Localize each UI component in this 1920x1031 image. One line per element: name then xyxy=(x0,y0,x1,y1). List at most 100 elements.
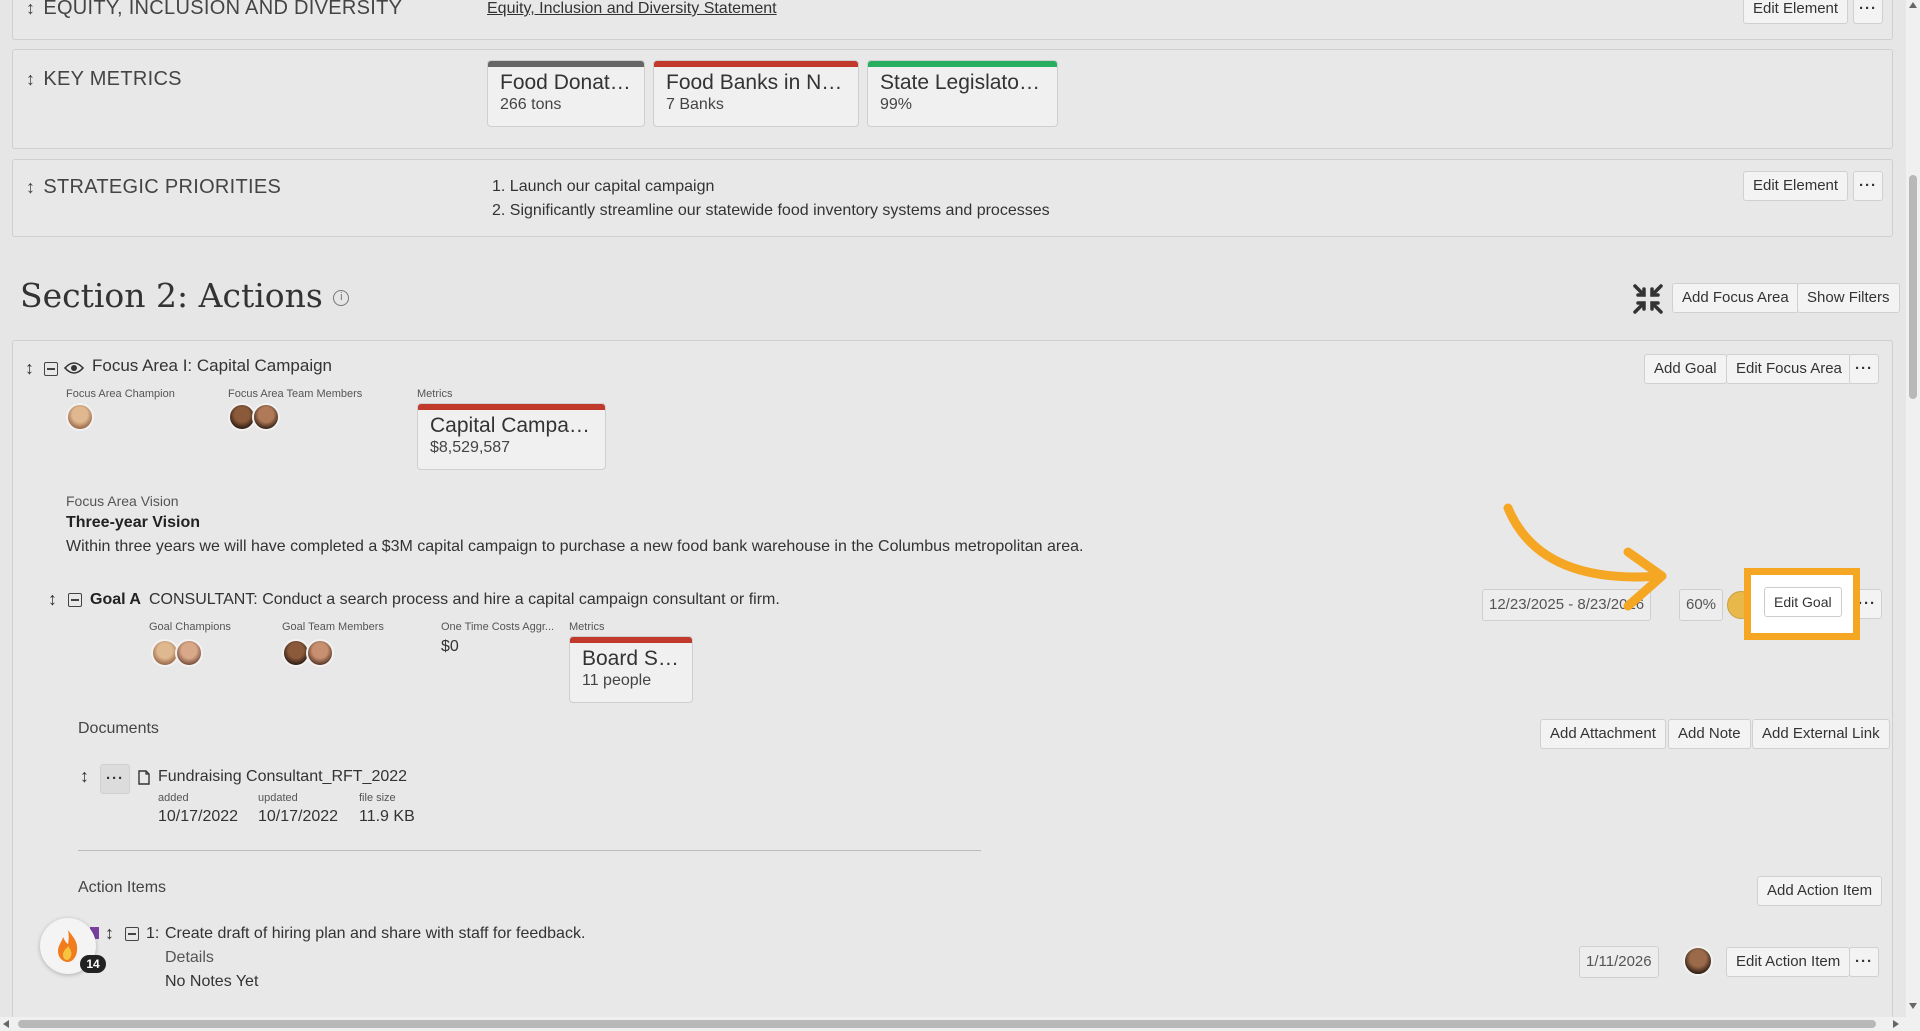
drag-handle-icon[interactable]: ↕ xyxy=(26,69,35,89)
equity-more-button[interactable]: ··· xyxy=(1853,0,1883,24)
collapse-all-icon[interactable] xyxy=(1632,283,1664,315)
goal-text: CONSULTANT: Conduct a search process and… xyxy=(149,591,780,608)
vertical-scrollbar[interactable] xyxy=(1906,0,1920,1031)
document-name[interactable]: Fundraising Consultant_RFT_2022 xyxy=(158,768,407,786)
action-items-label: Action Items xyxy=(78,879,167,896)
equity-statement-link[interactable]: Equity, Inclusion and Diversity Statemen… xyxy=(487,0,777,18)
add-action-item-button[interactable]: Add Action Item xyxy=(1757,876,1883,906)
goal-team-label: Goal Team Members xyxy=(282,621,384,633)
document-drag-handle-icon[interactable]: ↕ xyxy=(80,766,89,787)
scroll-right-arrow-icon[interactable] xyxy=(1893,1020,1899,1028)
add-focus-area-button[interactable]: Add Focus Area xyxy=(1672,283,1799,313)
focus-area-team-label: Focus Area Team Members xyxy=(228,388,363,400)
goal-champions-label: Goal Champions xyxy=(149,621,231,633)
goal-costs-value: $0 xyxy=(441,638,459,655)
action-item-notes: No Notes Yet xyxy=(165,973,259,990)
key-metrics-label: ↕ KEY METRICS xyxy=(26,68,182,90)
drag-handle-icon[interactable]: ↕ xyxy=(26,0,35,18)
add-attachment-button[interactable]: Add Attachment xyxy=(1540,719,1666,749)
add-note-button[interactable]: Add Note xyxy=(1668,719,1751,749)
strategic-priorities-label: ↕ STRATEGIC PRIORITIES xyxy=(26,176,282,198)
avatar[interactable] xyxy=(252,403,280,431)
horizontal-scrollbar[interactable] xyxy=(0,1017,1906,1031)
strategic-priorities-panel xyxy=(12,159,1893,237)
focus-area-more-button[interactable]: ··· xyxy=(1849,354,1879,384)
scroll-left-arrow-icon[interactable] xyxy=(3,1020,9,1028)
focus-area-drag-handle-icon[interactable]: ↕ xyxy=(25,358,34,379)
action-item-text: Create draft of hiring plan and share wi… xyxy=(165,925,586,942)
edit-action-item-button[interactable]: Edit Action Item xyxy=(1726,947,1851,977)
horizontal-scroll-thumb[interactable] xyxy=(18,1020,1876,1028)
document-updated-label: updated xyxy=(258,792,298,804)
metric-value: 7 Banks xyxy=(666,96,724,113)
metric-title: Food Banks in Net... xyxy=(666,71,846,94)
focus-area-title: Focus Area I: Capital Campaign xyxy=(92,356,333,375)
drag-handle-icon[interactable]: ↕ xyxy=(26,177,35,197)
document-added-date: 10/17/2022 xyxy=(158,808,239,825)
avatar[interactable] xyxy=(175,639,203,667)
metric-color-bar xyxy=(654,61,858,67)
avatar[interactable] xyxy=(1683,946,1713,976)
eye-icon[interactable] xyxy=(63,361,85,380)
collapse-icon[interactable] xyxy=(68,593,82,607)
metric-card-board-size[interactable]: Board Size 11 people xyxy=(569,636,693,703)
file-icon xyxy=(138,770,150,790)
goal-drag-handle-icon[interactable]: ↕ xyxy=(48,589,57,610)
metric-title: Capital Campaign xyxy=(430,414,593,437)
avatar[interactable] xyxy=(66,403,94,431)
badge-count: 14 xyxy=(80,955,106,973)
collapse-icon[interactable] xyxy=(44,362,58,376)
action-item-date[interactable]: 1/11/2026 xyxy=(1579,946,1659,978)
document-size-label: file size xyxy=(359,792,396,804)
action-item-number: 1: xyxy=(146,925,160,942)
metric-card-food-banks[interactable]: Food Banks in Net... 7 Banks xyxy=(653,60,859,127)
metric-card-state-legislators[interactable]: State Legislators... 99% xyxy=(867,60,1058,127)
info-icon[interactable]: i xyxy=(333,290,350,306)
goal-progress-percent[interactable]: 60% xyxy=(1679,589,1724,621)
metric-title: State Legislators... xyxy=(880,71,1045,94)
metric-color-bar xyxy=(868,61,1057,67)
strategic-more-button[interactable]: ··· xyxy=(1853,171,1883,201)
goal-metrics-label: Metrics xyxy=(569,621,605,633)
metric-card-capital-campaign[interactable]: Capital Campaign $8,529,587 xyxy=(417,403,606,470)
avatar[interactable] xyxy=(306,639,334,667)
strategic-edit-element-button[interactable]: Edit Element xyxy=(1743,171,1849,201)
document-added-label: added xyxy=(158,792,189,804)
document-size: 11.9 KB xyxy=(359,808,415,825)
documents-label: Documents xyxy=(78,720,159,737)
edit-focus-area-button[interactable]: Edit Focus Area xyxy=(1726,354,1852,384)
metric-card-food-donated[interactable]: Food Donated 266 tons xyxy=(487,60,645,127)
priority-item-2: 2. Significantly streamline our statewid… xyxy=(492,202,1050,219)
collapse-icon[interactable] xyxy=(125,927,139,941)
edit-goal-button[interactable]: Edit Goal xyxy=(1764,587,1842,617)
vertical-scroll-thumb[interactable] xyxy=(1909,175,1917,399)
metric-value: $8,529,587 xyxy=(430,439,511,456)
add-goal-button[interactable]: Add Goal xyxy=(1644,354,1727,384)
scroll-down-arrow-icon[interactable] xyxy=(1909,1003,1917,1009)
metric-title: Food Donated xyxy=(500,71,632,94)
action-drag-handle-icon[interactable]: ↕ xyxy=(105,923,114,944)
equity-edit-element-button[interactable]: Edit Element xyxy=(1743,0,1849,24)
document-more-button[interactable]: ··· xyxy=(100,764,130,794)
scroll-up-arrow-icon[interactable] xyxy=(1909,2,1917,8)
metric-color-bar xyxy=(418,404,605,410)
metric-color-bar xyxy=(488,61,644,67)
add-external-link-button[interactable]: Add External Link xyxy=(1752,719,1890,749)
goal-costs-label: One Time Costs Aggr... xyxy=(441,621,555,633)
metric-value: 266 tons xyxy=(500,96,562,113)
vision-text: Within three years we will have complete… xyxy=(66,538,1084,555)
arrow-annotation-icon xyxy=(1500,500,1670,620)
action-item-details[interactable]: Details xyxy=(165,949,214,967)
action-item-more-button[interactable]: ··· xyxy=(1849,947,1879,977)
focus-area-metrics-label: Metrics xyxy=(417,388,453,400)
metric-color-bar xyxy=(570,637,692,643)
focus-area-champion-label: Focus Area Champion xyxy=(66,388,175,400)
metric-value: 99% xyxy=(880,96,913,113)
document-updated-date: 10/17/2022 xyxy=(258,808,339,825)
section-title: Section 2: Actions i xyxy=(20,276,350,315)
show-filters-button[interactable]: Show Filters xyxy=(1797,283,1900,313)
equity-label: ↕ EQUITY, INCLUSION AND DIVERSITY xyxy=(26,0,403,19)
divider xyxy=(78,850,981,851)
priority-item-1: 1. Launch our capital campaign xyxy=(492,178,715,195)
focus-area-vision-label: Focus Area Vision xyxy=(66,493,179,509)
